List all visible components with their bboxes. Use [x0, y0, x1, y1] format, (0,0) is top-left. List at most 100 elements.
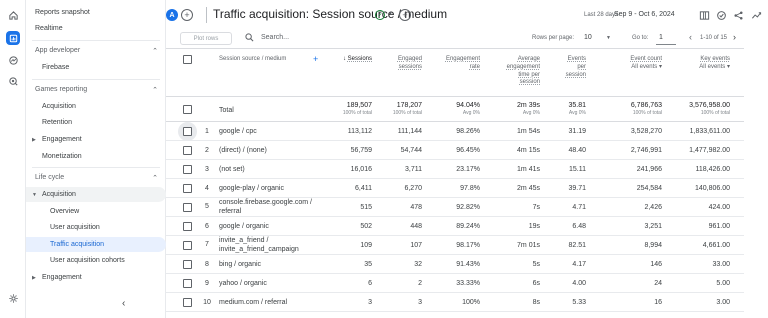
table-row[interactable]: 10 medium.com / referral 3 3 100% 8s 5.33 16 3.0… [166, 293, 744, 312]
metric-cell: 6 [368, 280, 372, 287]
search-input[interactable]: Search... [261, 34, 289, 41]
row-checkbox[interactable] [183, 146, 192, 155]
key-event-filter-select[interactable]: All events ▾ [674, 64, 730, 72]
row-index: 10 [203, 299, 211, 306]
table-row[interactable]: 1 google / cpc 113,112 111,144 98.26% 1m 54s 3… [166, 122, 744, 141]
nav-games-engagement[interactable]: ▶ Engagement [26, 132, 166, 147]
row-index: 8 [205, 261, 209, 268]
nav-label: Engagement [42, 136, 82, 143]
table-row[interactable]: 6 google / organic 502 448 89.24% 19s 6.48 3,25… [166, 217, 744, 236]
metric-cell: 8,994 [644, 242, 662, 249]
col-label: Event count [630, 56, 662, 62]
customize-report-icon[interactable] [698, 9, 710, 21]
nav-label: User acquisition [50, 224, 100, 231]
settings-icon[interactable] [6, 291, 20, 305]
explore-icon[interactable] [6, 53, 20, 67]
metric-cell: 23.17% [456, 166, 480, 173]
row-index: 5 [205, 203, 209, 210]
row-checkbox[interactable] [183, 203, 192, 212]
metric-cell: 96.45% [456, 147, 480, 154]
table-row[interactable]: 7 invite_a_friend / invite_a_friend_campai… [166, 236, 744, 255]
nav-engagement[interactable]: ▶ Engagement [26, 270, 166, 285]
metric-cell: 515 [360, 204, 372, 211]
nav-user-acquisition[interactable]: User acquisition [26, 220, 166, 235]
insights-check-icon[interactable] [715, 9, 727, 21]
nav-label: Monetization [42, 153, 82, 160]
nav-games-acquisition[interactable]: Acquisition [26, 99, 166, 114]
metric-cell: 961.00 [708, 223, 730, 230]
nav-section-life-cycle[interactable]: Life cycle ⌃ [26, 170, 166, 185]
col-engaged-sessions[interactable]: Engaged sessions [376, 56, 422, 72]
row-checkbox[interactable] [183, 222, 192, 231]
col-avg-engagement-time[interactable]: Average engagement time per session [492, 56, 540, 87]
comparison-avatar[interactable]: A [166, 9, 178, 21]
metric-cell: 5.33 [572, 299, 586, 306]
col-label: Key events [700, 56, 730, 62]
metric-cell: 1m 54s [517, 128, 540, 135]
metric-cell: 478 [410, 204, 422, 211]
chevron-down-icon[interactable]: ▼ [388, 11, 393, 17]
home-icon[interactable] [6, 8, 20, 22]
insights-trend-icon[interactable] [750, 9, 762, 21]
metric-cell: 3 [418, 299, 422, 306]
total-sub: 100% of total [632, 110, 662, 116]
table-row[interactable]: 5 console.firebase.google.com / referral 51… [166, 198, 744, 217]
row-checkbox[interactable] [183, 165, 192, 174]
next-page-icon[interactable]: › [733, 32, 736, 42]
nav-section-app-developer[interactable]: App developer ⌃ [26, 43, 166, 58]
nav-retention[interactable]: Retention [26, 115, 166, 130]
nav-section-games-reporting[interactable]: Games reporting ⌃ [26, 82, 166, 97]
row-checkbox[interactable] [183, 184, 192, 193]
source-medium: console.firebase.google.com / referral [219, 199, 312, 217]
nav-overview[interactable]: Overview [26, 204, 166, 219]
row-checkbox[interactable] [183, 279, 192, 288]
previous-page-icon[interactable]: ‹ [689, 32, 692, 42]
totals-checkbox[interactable] [183, 105, 192, 114]
row-checkbox[interactable] [183, 127, 192, 136]
check-circle-icon[interactable]: ✓ [375, 10, 385, 20]
dimension-header[interactable]: Session source / medium [219, 56, 286, 64]
col-events-per-session[interactable]: Events per session [550, 56, 586, 79]
add-comparison-icon[interactable]: + [181, 9, 193, 21]
plot-rows-button[interactable]: Plot rows [180, 32, 232, 45]
col-event-count[interactable]: Event count All events ▾ [606, 56, 662, 72]
event-filter-select[interactable]: All events ▾ [606, 64, 662, 72]
section-label: Life cycle [35, 174, 65, 181]
nav-acquisition[interactable]: ▼ Acquisition [26, 187, 166, 202]
nav-realtime[interactable]: Realtime [26, 21, 166, 36]
total-value: 189,507 [346, 102, 372, 109]
row-checkbox[interactable] [183, 298, 192, 307]
metric-cell: 7s [532, 204, 540, 211]
table-row[interactable]: 4 google-play / organic 6,411 6,270 97.8% 2m … [166, 179, 744, 198]
col-key-events[interactable]: Key events All events ▾ [674, 56, 730, 72]
table-row[interactable]: 8 bing / organic 35 32 91.43% 5s 4.17 146 33.00 [166, 255, 744, 274]
nav-traffic-acquisition[interactable]: Traffic acquisition [26, 237, 166, 252]
nav-firebase[interactable]: Firebase [26, 60, 166, 75]
table-row[interactable]: 9 yahoo / organic 6 2 33.33% 6s 4.00 24 5.00 [166, 274, 744, 293]
metric-cell: 111,144 [397, 128, 422, 135]
row-checkbox[interactable] [183, 260, 192, 269]
reports-icon[interactable] [6, 31, 20, 45]
expand-arrow-icon: ▶ [32, 136, 36, 143]
chevron-down-icon[interactable]: ▼ [606, 35, 611, 41]
goto-input[interactable]: 1 [659, 34, 663, 41]
nav-reports-snapshot[interactable]: Reports snapshot [26, 5, 166, 20]
col-sessions[interactable]: ↓ Sessions [334, 56, 372, 64]
collapse-nav-icon[interactable]: ‹ [122, 298, 125, 309]
metric-cell: 82.51 [568, 242, 586, 249]
add-filter-icon[interactable]: + [399, 9, 411, 21]
advertising-icon[interactable] [6, 74, 20, 88]
add-dimension-icon[interactable]: + [313, 54, 318, 64]
nav-user-acquisition-cohorts[interactable]: User acquisition cohorts [26, 253, 166, 268]
table-row[interactable]: 2 (direct) / (none) 56,759 54,744 96.45% 4m 1… [166, 141, 744, 160]
col-label: session [565, 71, 586, 78]
rows-per-page-select[interactable]: 10 [584, 34, 592, 41]
table-row[interactable]: 3 (not set) 16,016 3,711 23.17% 1m 41s 15.11 24… [166, 160, 744, 179]
row-checkbox[interactable] [183, 241, 192, 250]
nav-monetization[interactable]: Monetization [26, 149, 166, 164]
col-label: Average [517, 56, 540, 62]
share-icon[interactable] [732, 9, 744, 21]
select-all-checkbox[interactable] [183, 55, 192, 64]
date-range-picker[interactable]: Sep 9 - Oct 6, 2024 [614, 11, 675, 18]
col-engagement-rate[interactable]: Engagement rate [428, 56, 480, 72]
